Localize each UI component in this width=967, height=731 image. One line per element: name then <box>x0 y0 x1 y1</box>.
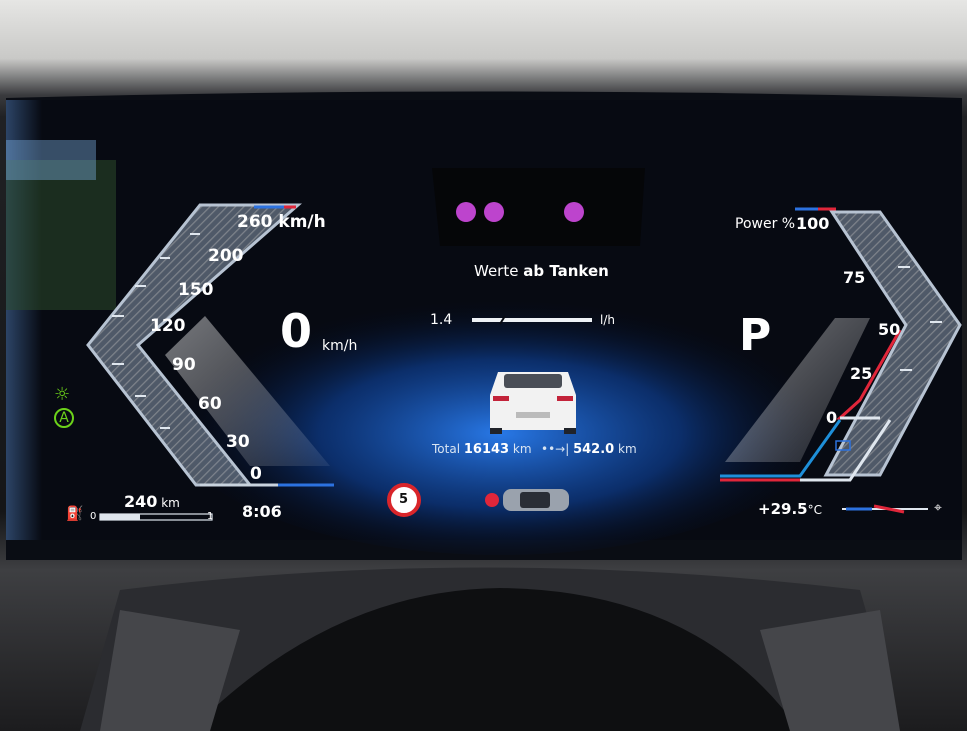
outside-temp-unit: °C <box>807 503 822 517</box>
speed-tick-30: 30 <box>226 432 250 452</box>
power-tick-25: 25 <box>850 364 873 383</box>
power-label: Power % <box>735 216 796 232</box>
consumption-value: 1.4 <box>430 312 453 328</box>
speed-tick-120: 120 <box>150 316 186 336</box>
outside-temperature: +29.5°C <box>758 500 822 518</box>
odometer-total: Total 16143 km <box>432 442 532 457</box>
cluster-graphics <box>6 91 962 731</box>
trip-distance: ••→| 542.0 km <box>541 442 637 457</box>
auto-high-beam-icon: A <box>54 408 74 428</box>
seatbelt-warning-icon <box>485 493 499 507</box>
speed-tick-60: 60 <box>198 394 222 414</box>
trip-unit: km <box>618 442 637 456</box>
driving-mode-icon: ⌖ <box>934 500 942 516</box>
fuel-scale-max: 1 <box>207 511 214 522</box>
clock: 8:06 <box>242 502 282 521</box>
speed-limit-value: 5 <box>399 492 409 507</box>
outside-temp-value: +29.5 <box>758 500 808 518</box>
speed-tick-90: 90 <box>172 355 196 375</box>
speed-tick-200: 200 <box>208 246 244 266</box>
trip-value: 542.0 <box>573 442 615 457</box>
odometer-total-unit: km <box>512 442 532 456</box>
gear-indicator: P <box>739 310 772 361</box>
speed-tick-260: 260 km/h <box>237 212 326 232</box>
range-display: 240 km <box>124 492 180 511</box>
power-tick-75: 75 <box>843 268 866 287</box>
speed-tick-150: 150 <box>178 280 214 300</box>
trip-arrow-icon: ••→| <box>541 442 570 456</box>
info-title-prefix: Werte <box>474 262 519 280</box>
window-reflection <box>6 160 116 310</box>
consumption-unit: l/h <box>600 313 615 327</box>
odometer-total-value: 16143 <box>463 442 510 457</box>
range-unit: km <box>161 496 180 510</box>
power-tick-100: 100 <box>796 214 830 233</box>
fuel-pump-icon: ⛽ <box>66 506 84 522</box>
headlight-icon: ☼ <box>54 384 71 405</box>
info-title: Werte ab Tanken <box>474 262 609 280</box>
speed-value: 0 <box>280 304 313 358</box>
odometer-total-label: Total <box>432 442 461 456</box>
instrument-cluster-photo: ☼ A 260 km/h 200 150 120 90 60 30 0 0 km… <box>0 0 967 731</box>
power-tick-0: 0 <box>826 408 838 427</box>
speed-unit: km/h <box>322 338 358 354</box>
info-title-emphasis: ab Tanken <box>523 262 609 280</box>
speed-tick-0: 0 <box>250 464 262 484</box>
power-tick-50: 50 <box>878 320 901 339</box>
car-rear-view <box>490 372 576 434</box>
range-value: 240 <box>124 492 158 511</box>
fuel-scale-min: 0 <box>90 511 97 522</box>
